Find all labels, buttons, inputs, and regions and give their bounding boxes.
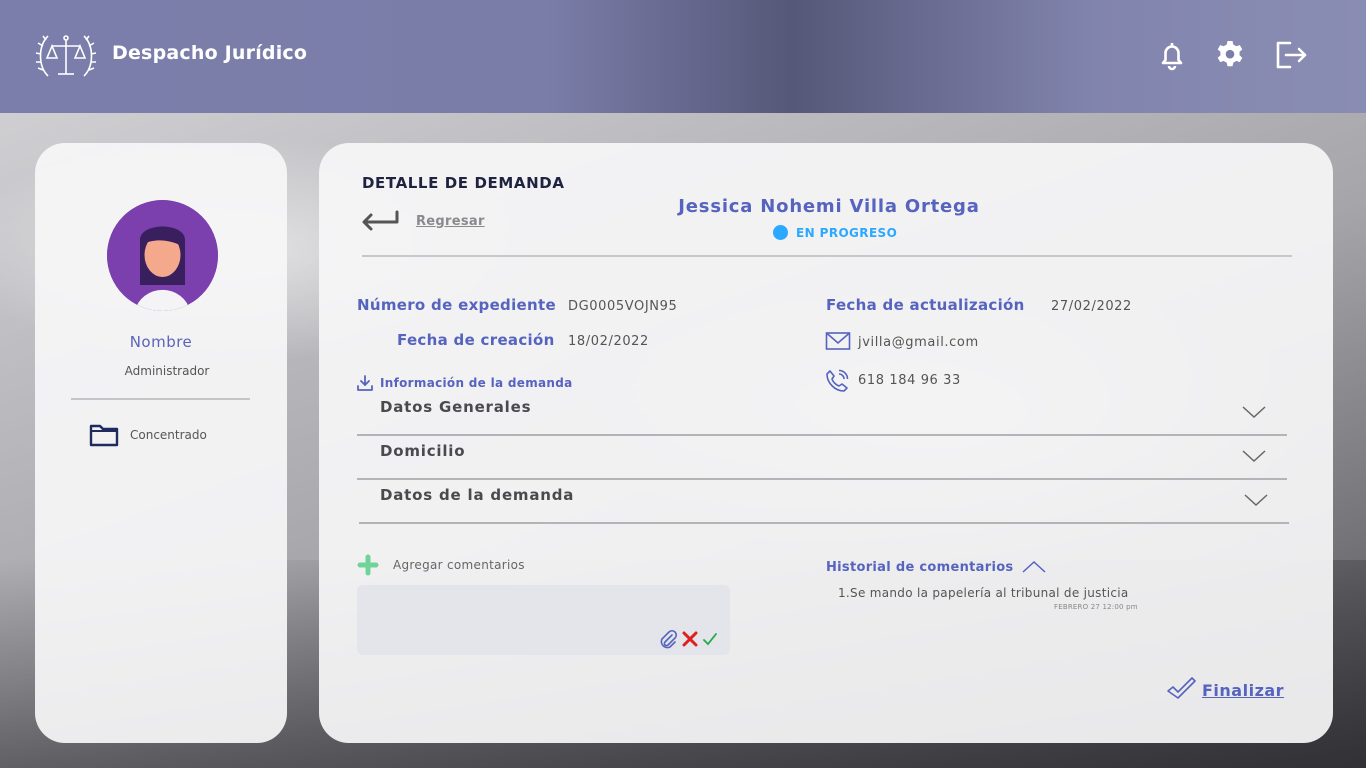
chevron-down-icon (1244, 494, 1268, 507)
phone-value: 618 184 96 33 (858, 373, 961, 388)
status-badge: EN PROGRESO (773, 225, 897, 240)
comment-history-title: Historial de comentarios (826, 559, 1014, 575)
status-label: EN PROGRESO (796, 225, 898, 240)
add-comment-button[interactable]: Agregar comentarios (357, 554, 525, 576)
accordion-label: Domicilio (380, 442, 466, 460)
back-link[interactable]: Regresar (416, 214, 485, 229)
download-info-label: Información de la demanda (380, 376, 573, 390)
main-panel: DETALLE DE DEMANDA Regresar Jessica Nohe… (319, 143, 1333, 743)
back-arrow-icon[interactable] (361, 209, 399, 233)
comment-input[interactable] (357, 585, 730, 655)
download-info-link[interactable]: Información de la demanda (357, 375, 573, 391)
attach-icon[interactable] (658, 629, 678, 649)
plus-icon (357, 554, 379, 576)
creacion-value: 18/02/2022 (568, 334, 649, 349)
email-value: jvilla@gmail.com (858, 335, 979, 350)
check-icon (1167, 677, 1196, 699)
avatar (107, 200, 218, 311)
logout-icon[interactable] (1274, 38, 1308, 72)
user-role: Administrador (124, 364, 210, 378)
finalize-button[interactable]: Finalizar (1166, 677, 1284, 703)
justice-scale-logo (34, 26, 98, 88)
accordion-datos-demanda[interactable]: Datos de la demanda (359, 480, 1289, 524)
accordion-domicilio[interactable]: Domicilio (357, 436, 1287, 480)
sidebar: Nombre Administrador Concentrado (35, 143, 287, 743)
accordion-datos-generales[interactable]: Datos Generales (357, 392, 1287, 436)
accordion-label: Datos de la demanda (380, 486, 575, 504)
sidebar-item-concentrado[interactable]: Concentrado (89, 423, 207, 447)
download-icon (357, 375, 373, 391)
sidebar-item-label: Concentrado (130, 428, 207, 442)
chevron-up-icon (1022, 560, 1046, 573)
comment-history-toggle[interactable]: Historial de comentarios (826, 559, 1047, 575)
chevron-down-icon (1242, 450, 1266, 463)
expediente-label: Número de expediente (357, 296, 556, 314)
gear-icon[interactable] (1213, 38, 1247, 72)
client-name: Jessica Nohemi Villa Ortega (678, 196, 980, 217)
creacion-label: Fecha de creación (397, 331, 555, 349)
comment-history-time: FEBRERO 27 12:00 pm (1054, 603, 1138, 611)
user-name: Nombre (129, 333, 193, 351)
header-divider (362, 255, 1292, 257)
folder-icon (89, 424, 119, 447)
mail-icon (825, 332, 851, 350)
bell-icon[interactable] (1155, 38, 1189, 72)
top-bar: Despacho Jurídico (0, 0, 1366, 113)
chevron-down-icon (1242, 406, 1266, 419)
add-comment-label: Agregar comentarios (393, 558, 525, 572)
phone-icon (826, 369, 849, 392)
confirm-icon[interactable] (702, 631, 718, 647)
finalize-label: Finalizar (1202, 680, 1285, 700)
cancel-icon[interactable] (682, 631, 698, 647)
app-title: Despacho Jurídico (112, 42, 308, 64)
status-dot (773, 225, 788, 240)
sidebar-divider (71, 398, 250, 400)
comment-history-item: 1.Se mando la papelería al tribunal de j… (838, 586, 1129, 600)
expediente-value: DG0005VOJN95 (568, 299, 678, 314)
actualizacion-value: 27/02/2022 (1051, 299, 1132, 314)
actualizacion-label: Fecha de actualización (826, 296, 1025, 314)
section-title: DETALLE DE DEMANDA (362, 174, 565, 192)
accordion-label: Datos Generales (380, 398, 532, 416)
